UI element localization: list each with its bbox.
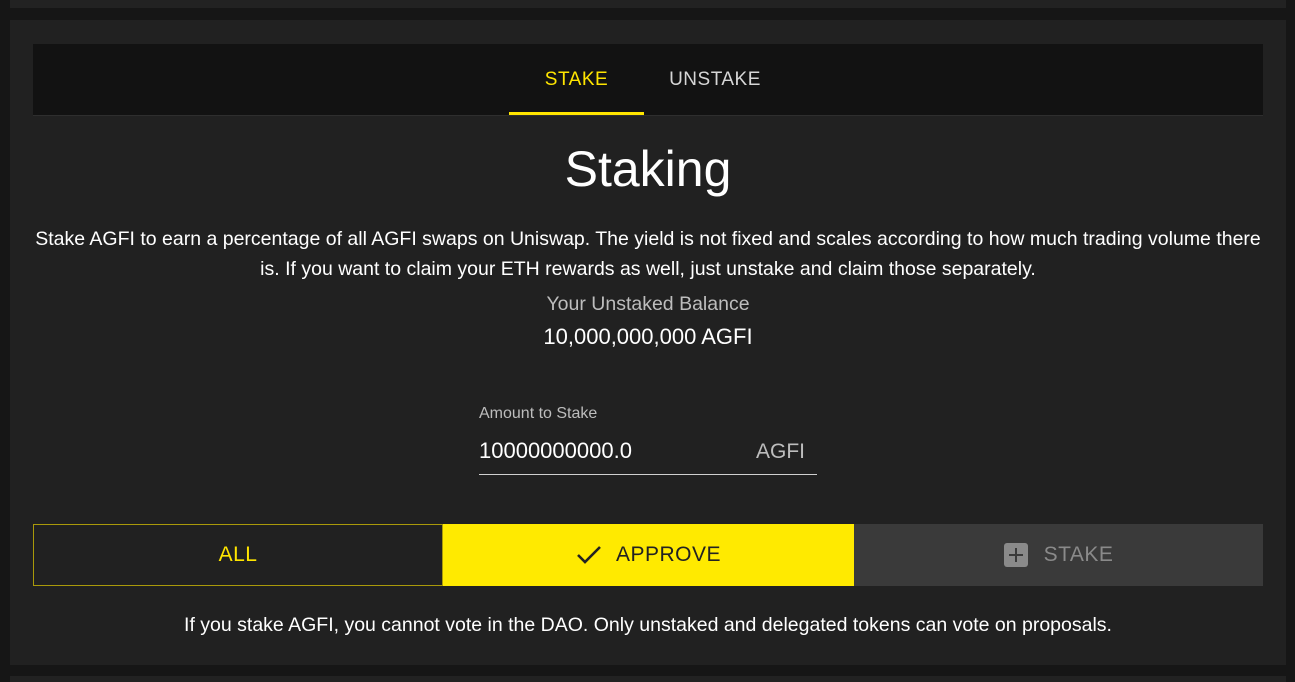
- tab-stake[interactable]: STAKE: [509, 44, 644, 115]
- approve-button-label: APPROVE: [615, 543, 722, 566]
- next-card-edge: [10, 676, 1286, 682]
- unstaked-balance-label: Your Unstaked Balance: [546, 293, 750, 315]
- stake-button-label: STAKE: [1043, 543, 1114, 566]
- staking-card: STAKE UNSTAKE Staking Stake AGFI to earn…: [10, 20, 1286, 665]
- staking-description: Stake AGFI to earn a percentage of all A…: [35, 228, 1261, 280]
- stake-button[interactable]: STAKE: [854, 524, 1263, 586]
- previous-card-edge: [10, 0, 1286, 8]
- voting-notice: If you stake AGFI, you cannot vote in th…: [184, 614, 1112, 636]
- tab-unstake[interactable]: UNSTAKE: [655, 44, 775, 115]
- tab-bar: STAKE UNSTAKE: [33, 44, 1263, 116]
- tab-unstake-label: UNSTAKE: [669, 68, 761, 90]
- amount-to-stake-field: AGFI: [479, 432, 817, 475]
- page-title: Staking: [564, 141, 732, 197]
- all-button-label: ALL: [218, 543, 258, 566]
- unstaked-balance-value: 10,000,000,000 AGFI: [543, 324, 753, 349]
- amount-to-stake-input[interactable]: [479, 432, 739, 470]
- approve-button[interactable]: APPROVE: [443, 524, 854, 586]
- check-icon: [577, 546, 601, 564]
- tab-stake-label: STAKE: [544, 68, 609, 90]
- amount-to-stake-label: Amount to Stake: [479, 405, 598, 422]
- plus-box-icon: [1003, 543, 1028, 567]
- amount-unit-label: AGFI: [755, 440, 805, 463]
- all-button[interactable]: ALL: [33, 524, 443, 586]
